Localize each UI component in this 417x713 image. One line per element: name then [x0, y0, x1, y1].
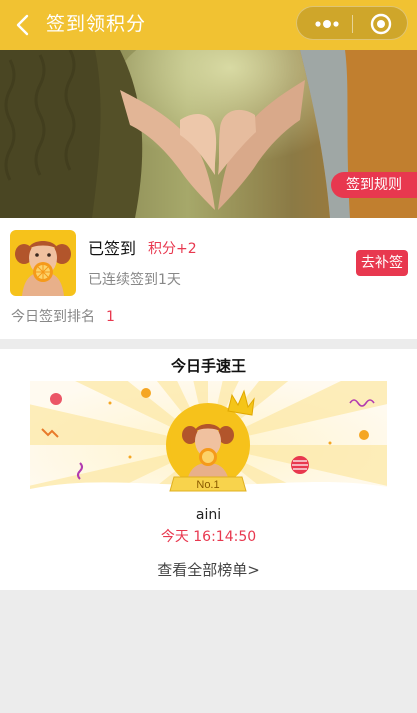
sign-rules-button[interactable]: 签到规则 — [331, 172, 417, 198]
view-all-rankings-link[interactable]: 查看全部榜单> — [0, 559, 417, 581]
winner-badge-text: No.1 — [196, 479, 219, 491]
more-dots-icon[interactable] — [305, 7, 349, 41]
capsule-divider — [352, 15, 353, 33]
speed-king-card: 今日手速王 No.1 aini 今天 16:14:50 查看全部榜单> — [0, 349, 417, 590]
winner-time: 今天 16:14:50 — [160, 529, 257, 545]
sign-in-card: 已签到 积分+2 已连续签到1天 去补签 今日签到排名 1 — [0, 218, 417, 339]
winner-badge-illustration: No.1 — [30, 381, 387, 505]
nav-bar: 签到领积分 — [0, 0, 417, 50]
makeup-sign-button[interactable]: 去补签 — [356, 250, 408, 276]
winner-name: aini — [195, 507, 222, 523]
points-earned: 积分+2 — [148, 241, 197, 257]
chevron-left-icon[interactable] — [12, 12, 36, 38]
signed-status: 已签到 — [88, 239, 137, 258]
mini-program-capsule — [296, 6, 408, 40]
streak-text: 已连续签到1天 — [88, 272, 181, 288]
rank-label: 今日签到排名 — [11, 309, 95, 325]
page-title: 签到领积分 — [46, 13, 147, 35]
target-circle-icon[interactable] — [359, 7, 403, 41]
rank-value: 1 — [106, 309, 115, 325]
banner-image: 签到规则 — [0, 50, 417, 218]
avatar — [10, 230, 76, 296]
speed-king-title: 今日手速王 — [170, 357, 246, 375]
